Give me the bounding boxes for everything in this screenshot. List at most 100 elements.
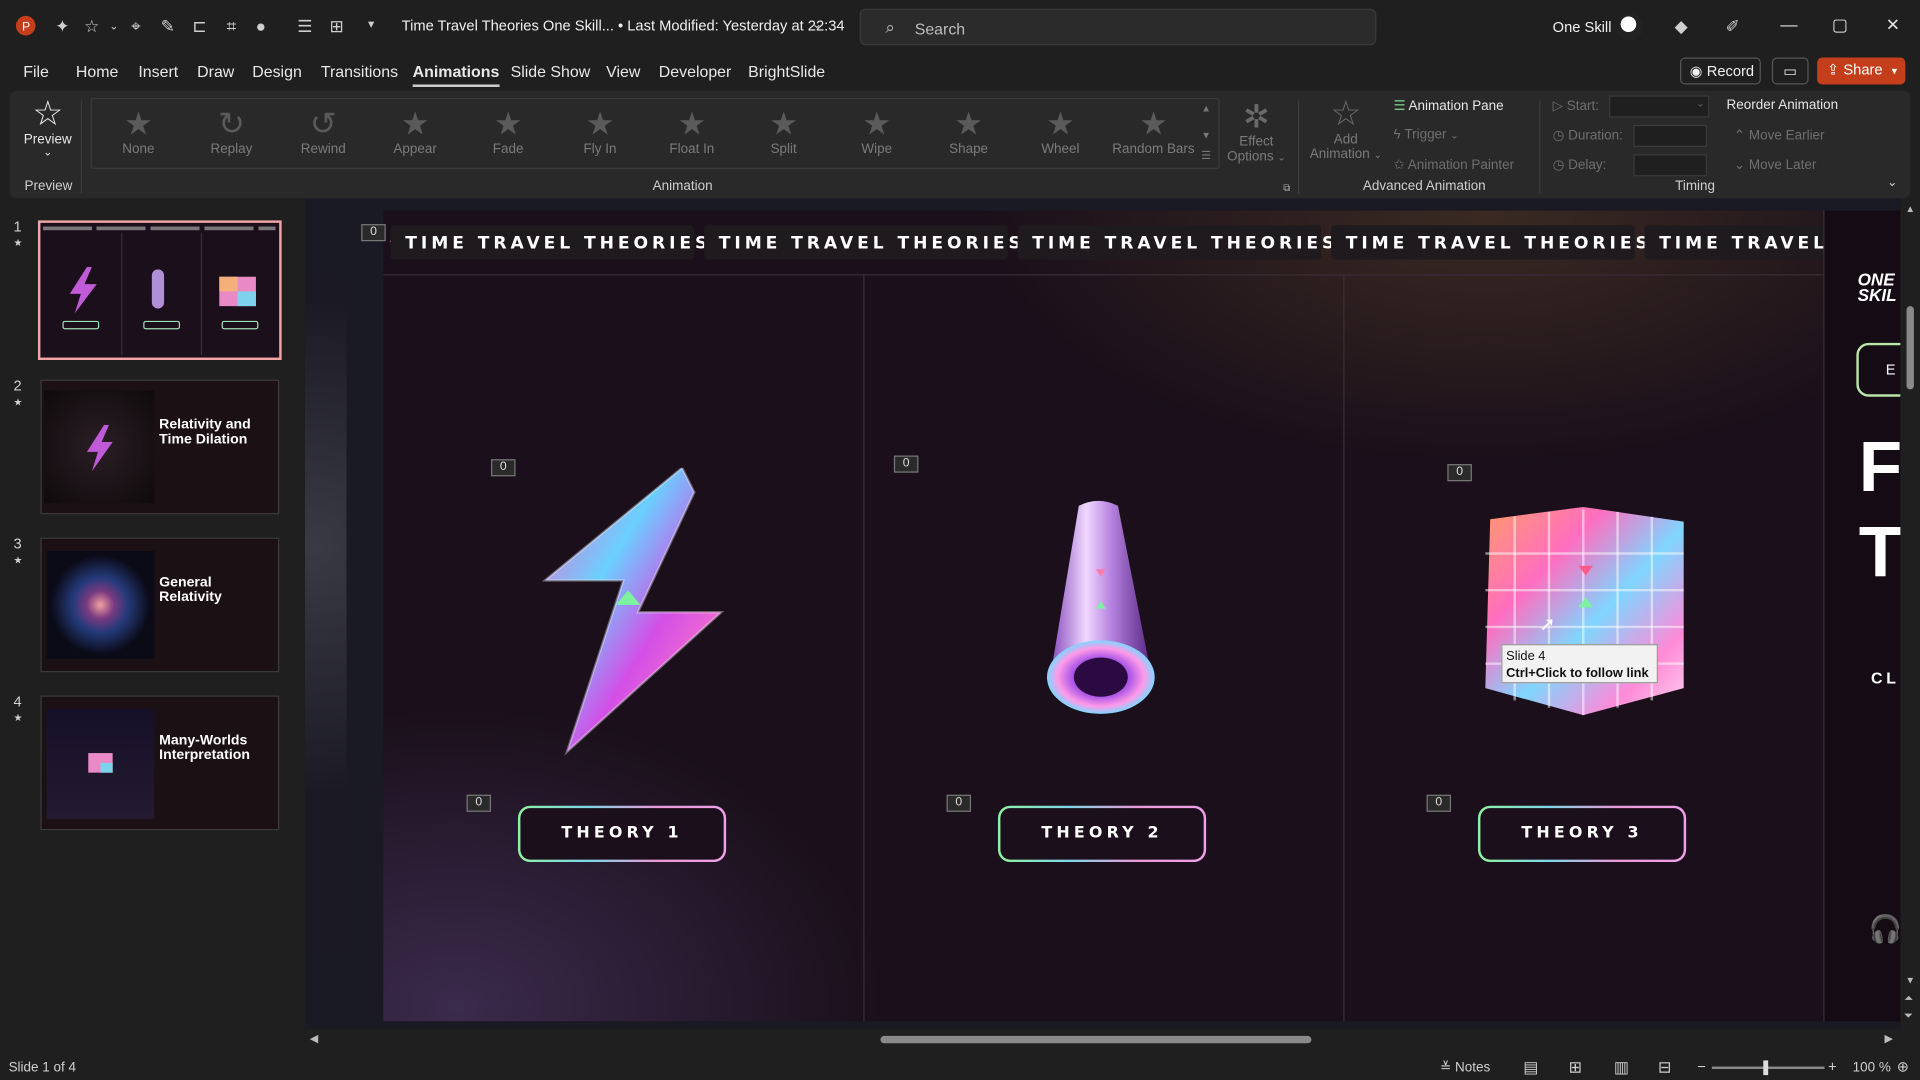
tab-design[interactable]: Design bbox=[252, 62, 302, 80]
avatar[interactable] bbox=[1616, 13, 1644, 41]
tab-home[interactable]: Home bbox=[76, 62, 118, 80]
thumbnail-slide-4[interactable]: Many-Worlds Interpretation bbox=[40, 695, 280, 831]
close-icon[interactable]: ✕ bbox=[1886, 15, 1900, 36]
thumbnail-slide-3[interactable]: General Relativity bbox=[40, 537, 280, 673]
slide-1[interactable]: 0 TIME TRAVEL THEORIES TIME TRAVEL THEOR… bbox=[361, 210, 1920, 1022]
crop-icon[interactable]: ⌗ bbox=[220, 15, 242, 37]
fit-to-window-icon[interactable]: ⊕ bbox=[1897, 1058, 1909, 1075]
gallery-scroll-up-icon[interactable]: ▲ bbox=[1201, 103, 1211, 114]
record-button[interactable]: ◉ Record bbox=[1680, 57, 1761, 85]
scroll-up-icon[interactable]: ▲ bbox=[1905, 203, 1915, 214]
slide-sorter-icon[interactable]: ⊞ bbox=[1569, 1058, 1582, 1078]
vertical-scrollbar[interactable]: ▲ ▼ ⏶ ⏷ bbox=[1900, 198, 1920, 1044]
maximize-icon[interactable]: ▢ bbox=[1832, 15, 1848, 36]
anim-float-in-button[interactable]: ★ Float In bbox=[648, 105, 736, 156]
image-animation-tag[interactable]: 0 bbox=[491, 459, 516, 477]
cube-image[interactable] bbox=[1478, 504, 1689, 717]
tab-slide-show[interactable]: Slide Show bbox=[511, 62, 591, 80]
scroll-down-icon[interactable]: ▼ bbox=[1905, 975, 1915, 986]
gallery-scroll-down-icon[interactable]: ▼ bbox=[1201, 130, 1211, 141]
document-title[interactable]: Time Travel Theories One Skill... • Last… bbox=[402, 17, 845, 34]
user-name[interactable]: One Skill bbox=[1553, 18, 1612, 35]
anim-shape-button[interactable]: ★ Shape bbox=[924, 105, 1012, 156]
distribute-icon[interactable]: ☰ bbox=[294, 15, 316, 37]
cylinder-image[interactable] bbox=[1042, 496, 1160, 716]
image-animation-tag[interactable]: 0 bbox=[1447, 464, 1472, 482]
delay-input[interactable] bbox=[1633, 154, 1707, 177]
add-animation-button[interactable]: ☆ Add Animation ⌄ bbox=[1308, 95, 1384, 162]
collapse-ribbon-icon[interactable]: ⌄ bbox=[1887, 176, 1897, 189]
normal-view-icon[interactable]: ▤ bbox=[1523, 1058, 1538, 1078]
theory-2-button[interactable]: THEORY 2 bbox=[997, 805, 1207, 863]
move-later-button[interactable]: ⌄ Move Later bbox=[1734, 157, 1816, 173]
animation-painter-button[interactable]: ✩ Animation Painter bbox=[1393, 157, 1514, 173]
move-earlier-button[interactable]: ⌃ Move Earlier bbox=[1734, 127, 1825, 144]
scroll-right-icon[interactable]: ▶ bbox=[1885, 1032, 1893, 1045]
anim-random-bars-button[interactable]: ★ Random Bars bbox=[1109, 105, 1197, 156]
shape-fill-icon[interactable]: ● bbox=[250, 15, 272, 37]
align-icon[interactable]: ⊏ bbox=[189, 15, 211, 37]
zoom-slider[interactable] bbox=[1711, 1060, 1825, 1076]
slideshow-icon[interactable]: ⊟ bbox=[1658, 1058, 1671, 1078]
thumbnail-slide-2[interactable]: Relativity and Time Dilation bbox=[40, 379, 280, 515]
notes-button[interactable]: ≚ Notes bbox=[1440, 1059, 1490, 1075]
zoom-out-icon[interactable]: − bbox=[1697, 1058, 1706, 1075]
tab-animations[interactable]: Animations bbox=[412, 62, 500, 87]
preview-button[interactable]: ☆ Preview ⌄ bbox=[22, 95, 73, 157]
tab-insert[interactable]: Insert bbox=[138, 62, 178, 80]
search-box[interactable]: ⌕ Search bbox=[859, 8, 1377, 46]
designer-pen-icon[interactable]: ✐ bbox=[1722, 15, 1744, 37]
scroll-thumb[interactable] bbox=[1906, 306, 1914, 390]
lightning-bolt-image[interactable] bbox=[542, 467, 726, 756]
pen-icon[interactable]: ✎ bbox=[157, 15, 179, 37]
anim-none-button[interactable]: ★ None bbox=[94, 105, 182, 156]
scroll-thumb[interactable] bbox=[880, 1035, 1312, 1044]
reading-view-icon[interactable]: ▥ bbox=[1614, 1058, 1629, 1078]
theory-1-button[interactable]: THEORY 1 bbox=[517, 805, 727, 863]
zoom-level[interactable]: 100 % bbox=[1853, 1060, 1891, 1075]
pointer-icon[interactable]: ⌖ bbox=[125, 15, 147, 37]
button-animation-tag[interactable]: 0 bbox=[1426, 794, 1452, 812]
minimize-icon[interactable]: — bbox=[1780, 15, 1797, 35]
banner-animation-tag[interactable]: 0 bbox=[361, 224, 386, 242]
animation-pane-button[interactable]: ☰ Animation Pane bbox=[1393, 98, 1503, 114]
anim-split-button[interactable]: ★ Split bbox=[740, 105, 828, 156]
start-select[interactable]: ⌄ bbox=[1608, 95, 1710, 118]
horizontal-scrollbar[interactable]: ◀ ▶ bbox=[304, 1028, 1901, 1051]
anim-fly-in-button[interactable]: ★ Fly In bbox=[556, 105, 644, 156]
tab-brightslide[interactable]: BrightSlide bbox=[748, 62, 825, 80]
anim-appear-button[interactable]: ★ Appear bbox=[371, 105, 459, 156]
gallery-expand-icon[interactable]: ☰ bbox=[1201, 149, 1211, 162]
tab-draw[interactable]: Draw bbox=[197, 62, 234, 80]
scroll-left-icon[interactable]: ◀ bbox=[310, 1032, 318, 1045]
anim-replay-button[interactable]: ↻ Replay bbox=[187, 105, 275, 156]
button-animation-tag[interactable]: 0 bbox=[946, 794, 972, 812]
effect-options-button[interactable]: ✲ Effect Options ⌄ bbox=[1225, 98, 1289, 164]
premium-diamond-icon[interactable]: ◆ bbox=[1670, 15, 1692, 37]
zoom-slider-thumb[interactable] bbox=[1763, 1060, 1769, 1076]
anim-wheel-button[interactable]: ★ Wheel bbox=[1016, 105, 1104, 156]
zoom-in-icon[interactable]: + bbox=[1828, 1058, 1837, 1075]
tab-file[interactable]: File bbox=[23, 62, 49, 80]
anim-wipe-button[interactable]: ★ Wipe bbox=[833, 105, 921, 156]
duration-input[interactable] bbox=[1633, 124, 1707, 147]
theory-3-button[interactable]: THEORY 3 bbox=[1477, 805, 1687, 863]
favorite-star-icon[interactable]: ☆ bbox=[81, 15, 103, 37]
tab-developer[interactable]: Developer bbox=[659, 62, 732, 80]
chevron-down-icon[interactable]: ⌄ bbox=[22, 146, 73, 157]
thumbnail-slide-1[interactable] bbox=[37, 220, 282, 361]
share-button[interactable]: ⇪ Share ▾ bbox=[1817, 57, 1906, 85]
autosave-icon[interactable]: ✦ bbox=[51, 15, 73, 37]
powerpoint-logo-icon[interactable]: P bbox=[15, 15, 37, 37]
animation-dialog-launcher-icon[interactable]: ⧉ bbox=[1283, 182, 1290, 194]
anim-rewind-button[interactable]: ↺ Rewind bbox=[279, 105, 367, 156]
customize-toolbar-icon[interactable]: ▾ bbox=[360, 15, 382, 37]
next-slide-icon[interactable]: ⏷ bbox=[1904, 1009, 1913, 1022]
anim-fade-button[interactable]: ★ Fade bbox=[464, 105, 552, 156]
image-animation-tag[interactable]: 0 bbox=[893, 455, 919, 473]
group-icon[interactable]: ⊞ bbox=[326, 15, 348, 37]
comments-button[interactable]: ▭ bbox=[1771, 57, 1809, 85]
chevron-down-icon[interactable]: ▾ bbox=[1892, 65, 1898, 77]
chevron-down-icon[interactable]: ⌄ bbox=[103, 15, 125, 37]
previous-slide-icon[interactable]: ⏶ bbox=[1904, 992, 1913, 1005]
